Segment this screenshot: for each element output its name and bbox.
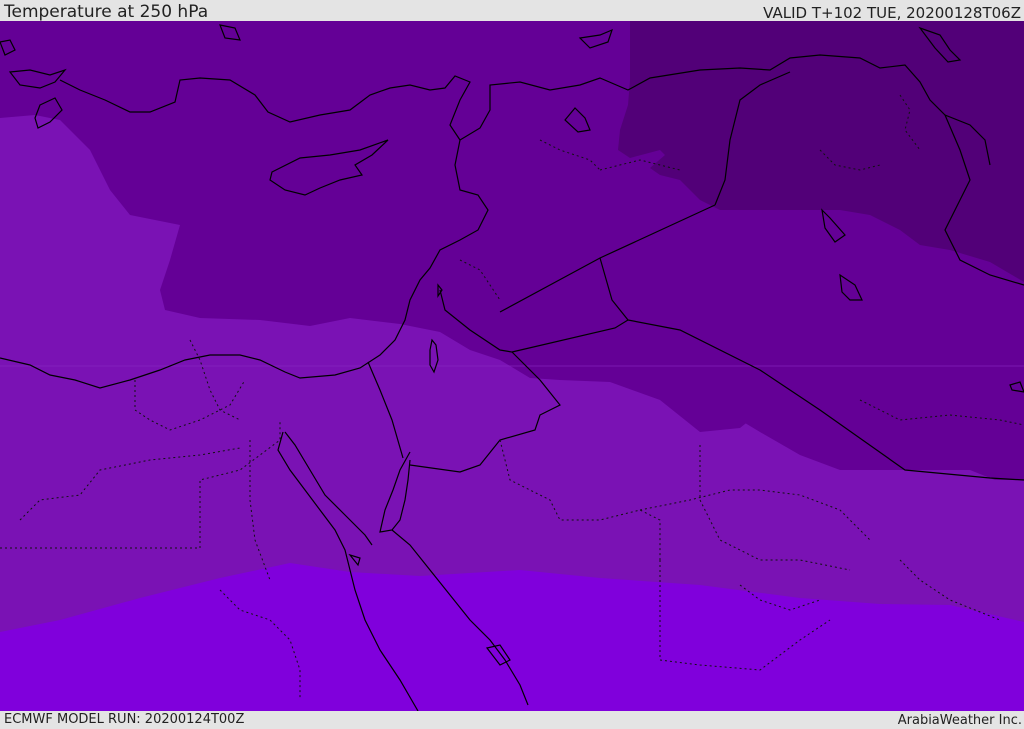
map-title: Temperature at 250 hPa bbox=[4, 2, 209, 22]
footer-bar: ECMWF MODEL RUN: 20200124T00Z ArabiaWeat… bbox=[0, 711, 1024, 729]
model-run-label: ECMWF MODEL RUN: 20200124T00Z bbox=[4, 712, 245, 727]
valid-time: VALID T+102 TUE, 20200128T06Z bbox=[763, 4, 1021, 22]
map-canvas bbox=[0, 21, 1024, 711]
temperature-map bbox=[0, 21, 1024, 711]
title-bar: Temperature at 250 hPa VALID T+102 TUE, … bbox=[0, 0, 1024, 21]
credit-label: ArabiaWeather Inc. bbox=[897, 713, 1022, 728]
